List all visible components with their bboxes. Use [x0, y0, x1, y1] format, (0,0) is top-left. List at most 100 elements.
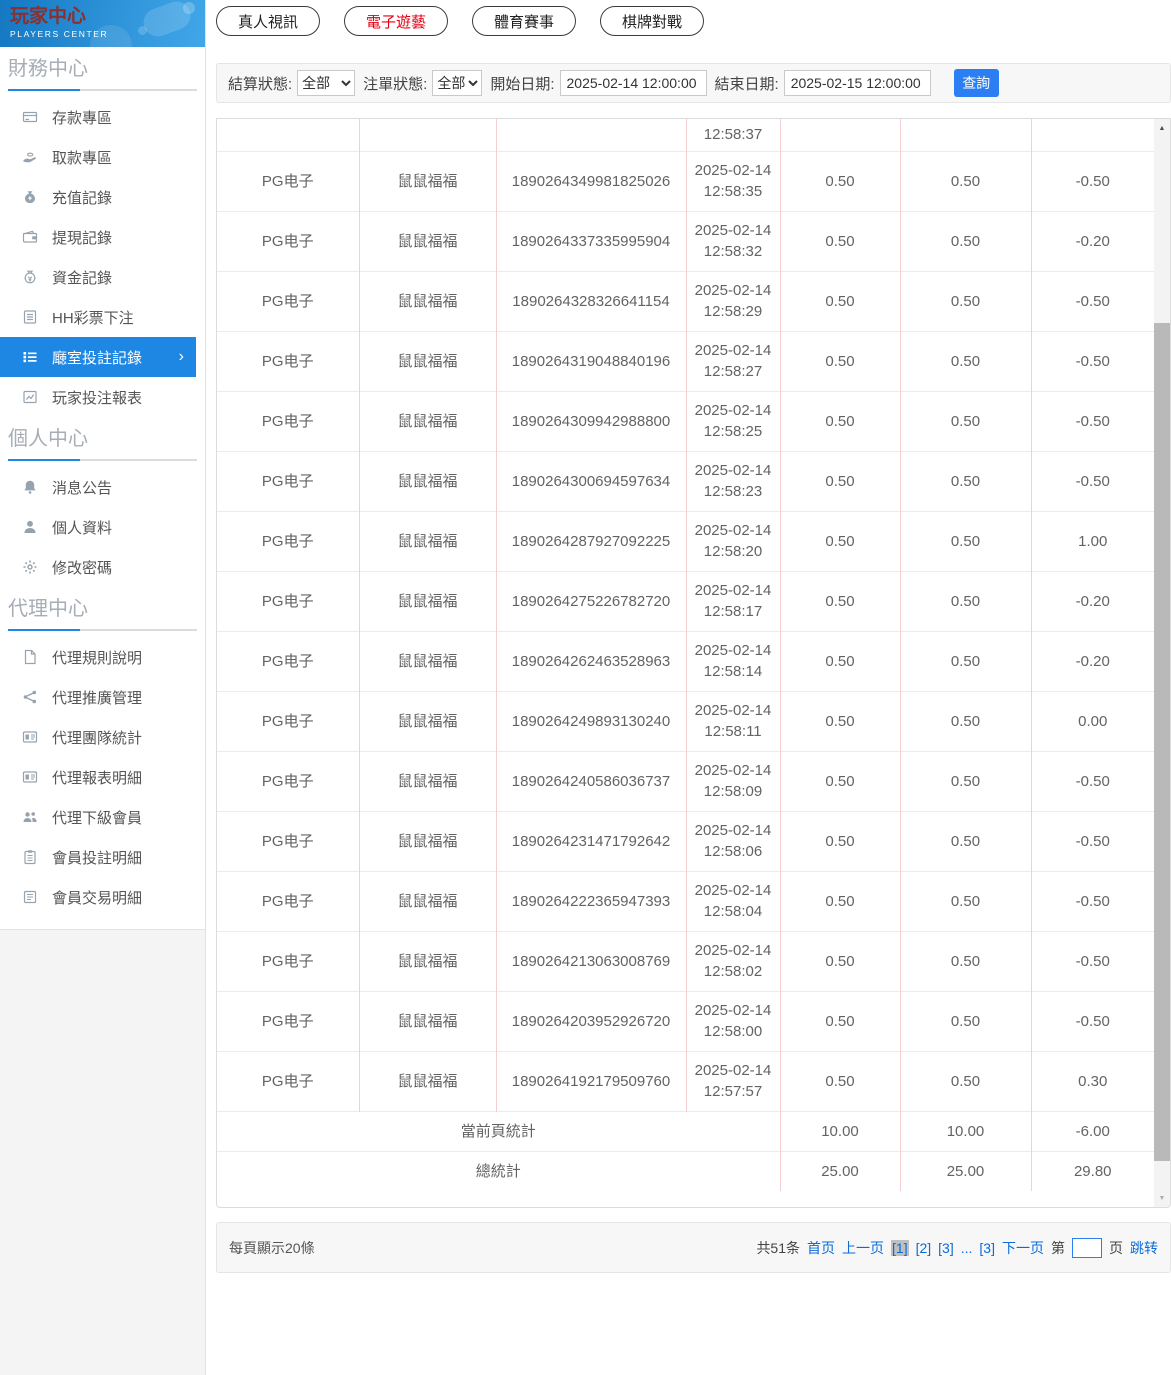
- win-loss-cell: -0.50: [1031, 271, 1154, 331]
- time-cell: 2025-02-1412:57:57: [686, 1051, 780, 1111]
- order-id-cell: 1890264262463528963: [496, 631, 686, 691]
- scroll-down-arrow-icon[interactable]: ▼: [1154, 1190, 1170, 1206]
- table-row: PG电子鼠鼠福福18902642879270922252025-02-1412:…: [217, 511, 1154, 571]
- platform-cell: PG电子: [217, 991, 359, 1051]
- sidebar-item-recharge-records[interactable]: 充值記錄: [0, 177, 205, 217]
- coin-bag-icon: [22, 269, 38, 285]
- sidebar-item-hh-lottery-bets[interactable]: HH彩票下注: [0, 297, 205, 337]
- vertical-scrollbar[interactable]: ▲ ▼: [1154, 119, 1170, 1207]
- valid-bet-cell: 0.50: [900, 451, 1031, 511]
- order-status-select[interactable]: 全部: [432, 70, 482, 96]
- sidebar-item-agent-promotion[interactable]: 代理推廣管理: [0, 677, 205, 717]
- time-cell: 2025-02-1412:58:09: [686, 751, 780, 811]
- order-id-cell: 1890264240586036737: [496, 751, 686, 811]
- table-row: PG电子鼠鼠福福18902641921795097602025-02-1412:…: [217, 1051, 1154, 1111]
- sidebar-item-agent-report-detail[interactable]: 代理報表明細: [0, 757, 205, 797]
- scrollbar-thumb[interactable]: [1154, 323, 1170, 1161]
- sidebar-item-fund-records[interactable]: 資金記錄: [0, 257, 205, 297]
- order-id-cell: [496, 119, 686, 151]
- valid-bet-cell: 0.50: [900, 391, 1031, 451]
- sidebar-item-withdraw-records[interactable]: 提現記錄: [0, 217, 205, 257]
- pagination-prev[interactable]: 上一页: [842, 1238, 884, 1258]
- sidebar-item-label: 充值記錄: [52, 187, 112, 208]
- tab-sports[interactable]: 體育賽事: [472, 6, 576, 36]
- table-row: PG电子鼠鼠福福18902642130630087692025-02-1412:…: [217, 931, 1154, 991]
- page-summary-bet: 10.00: [780, 1111, 900, 1151]
- page-ellipsis[interactable]: ...: [961, 1240, 973, 1256]
- scroll-up-arrow-icon[interactable]: ▲: [1154, 120, 1170, 136]
- settle-status-select[interactable]: 全部: [297, 70, 355, 96]
- document-lines-icon: [22, 309, 38, 325]
- win-loss-cell: 1.00: [1031, 511, 1154, 571]
- page-jump-input[interactable]: [1072, 1238, 1102, 1258]
- sidebar-item-agent-team-stats[interactable]: 代理團隊統計: [0, 717, 205, 757]
- game-cell: 鼠鼠福福: [359, 331, 496, 391]
- page-link[interactable]: [1]: [891, 1240, 909, 1256]
- sidebar-item-profile[interactable]: 個人資料: [0, 507, 205, 547]
- win-loss-cell: [1031, 119, 1154, 151]
- sidebar-item-withdraw-zone[interactable]: 取款專區: [0, 137, 205, 177]
- sidebar-item-member-trade-detail[interactable]: 會員交易明細: [0, 877, 205, 917]
- table-row: PG电子鼠鼠福福18902643006945976342025-02-1412:…: [217, 451, 1154, 511]
- win-loss-cell: -0.50: [1031, 151, 1154, 211]
- order-id-cell: 1890264287927092225: [496, 511, 686, 571]
- order-id-cell: 1890264249893130240: [496, 691, 686, 751]
- main-content: 真人視訊電子遊藝體育賽事棋牌對戰 結算狀態: 全部 注單狀態: 全部 開始日期:…: [216, 0, 1171, 1273]
- game-cell: 鼠鼠福福: [359, 271, 496, 331]
- tab-board-games[interactable]: 棋牌對戰: [600, 6, 704, 36]
- pagination-jump-button[interactable]: 跳转: [1130, 1238, 1158, 1258]
- page-link[interactable]: [3]: [938, 1240, 954, 1256]
- valid-bet-cell: 0.50: [900, 931, 1031, 991]
- game-cell: 鼠鼠福福: [359, 871, 496, 931]
- start-date-input[interactable]: [560, 70, 707, 96]
- sidebar-item-member-bet-detail[interactable]: 會員投註明細: [0, 837, 205, 877]
- tab-e-games[interactable]: 電子遊藝: [344, 6, 448, 36]
- page-summary-valid: 10.00: [900, 1111, 1031, 1151]
- order-id-cell: 1890264328326641154: [496, 271, 686, 331]
- pagination-first[interactable]: 首页: [807, 1238, 835, 1258]
- decor-circle: [183, 2, 195, 14]
- platform-cell: PG电子: [217, 271, 359, 331]
- platform-cell: [217, 119, 359, 151]
- page-summary-label: 當前頁統計: [217, 1111, 780, 1151]
- pager: 共51条 首页 上一页 [1][2][3]...[3] 下一页 第 页 跳转: [749, 1238, 1158, 1258]
- table-row: PG电子鼠鼠福福18902643190488401962025-02-1412:…: [217, 331, 1154, 391]
- sidebar-item-hall-bet-records[interactable]: 廰室投註記錄›: [0, 337, 196, 377]
- platform-cell: PG电子: [217, 571, 359, 631]
- bet-amount-cell: 0.50: [780, 691, 900, 751]
- game-cell: 鼠鼠福福: [359, 391, 496, 451]
- valid-bet-cell: 0.50: [900, 811, 1031, 871]
- bet-amount-cell: 0.50: [780, 151, 900, 211]
- sidebar-item-agent-rules[interactable]: 代理規則說明: [0, 637, 205, 677]
- valid-bet-cell: 0.50: [900, 691, 1031, 751]
- bet-records-table-container: 12:58:37 PG电子鼠鼠福福18902643499818250262025…: [216, 118, 1171, 1208]
- bet-amount-cell: 0.50: [780, 271, 900, 331]
- search-button[interactable]: 查詢: [954, 69, 999, 97]
- sidebar-item-agent-sub-members[interactable]: 代理下級會員: [0, 797, 205, 837]
- end-date-input[interactable]: [784, 70, 931, 96]
- sidebar-item-player-bet-report[interactable]: 玩家投注報表: [0, 377, 205, 417]
- sidebar-item-deposit-zone[interactable]: 存款專區: [0, 97, 205, 137]
- time-cell: 2025-02-1412:58:11: [686, 691, 780, 751]
- game-cell: 鼠鼠福福: [359, 751, 496, 811]
- page-size-text: 每頁顯示20條: [229, 1238, 315, 1258]
- game-cell: 鼠鼠福福: [359, 691, 496, 751]
- sidebar-item-messages[interactable]: 消息公告: [0, 467, 205, 507]
- time-cell: 2025-02-1412:58:35: [686, 151, 780, 211]
- bet-amount-cell: 0.50: [780, 631, 900, 691]
- platform-cell: PG电子: [217, 151, 359, 211]
- pagination-next[interactable]: 下一页: [1002, 1238, 1044, 1258]
- game-cell: 鼠鼠福福: [359, 991, 496, 1051]
- game-cell: 鼠鼠福福: [359, 571, 496, 631]
- sidebar-item-change-password[interactable]: 修改密碼: [0, 547, 205, 587]
- time-cell: 2025-02-1412:58:32: [686, 211, 780, 271]
- page-link[interactable]: [3]: [979, 1240, 995, 1256]
- page-link[interactable]: [2]: [916, 1240, 932, 1256]
- sidebar-item-label: 取款專區: [52, 147, 112, 168]
- platform-cell: PG电子: [217, 751, 359, 811]
- time-cell: 2025-02-1412:58:29: [686, 271, 780, 331]
- decor-circle: [138, 26, 147, 35]
- tab-live-video[interactable]: 真人視訊: [216, 6, 320, 36]
- sidebar-item-label: HH彩票下注: [52, 307, 134, 328]
- bet-amount-cell: 0.50: [780, 991, 900, 1051]
